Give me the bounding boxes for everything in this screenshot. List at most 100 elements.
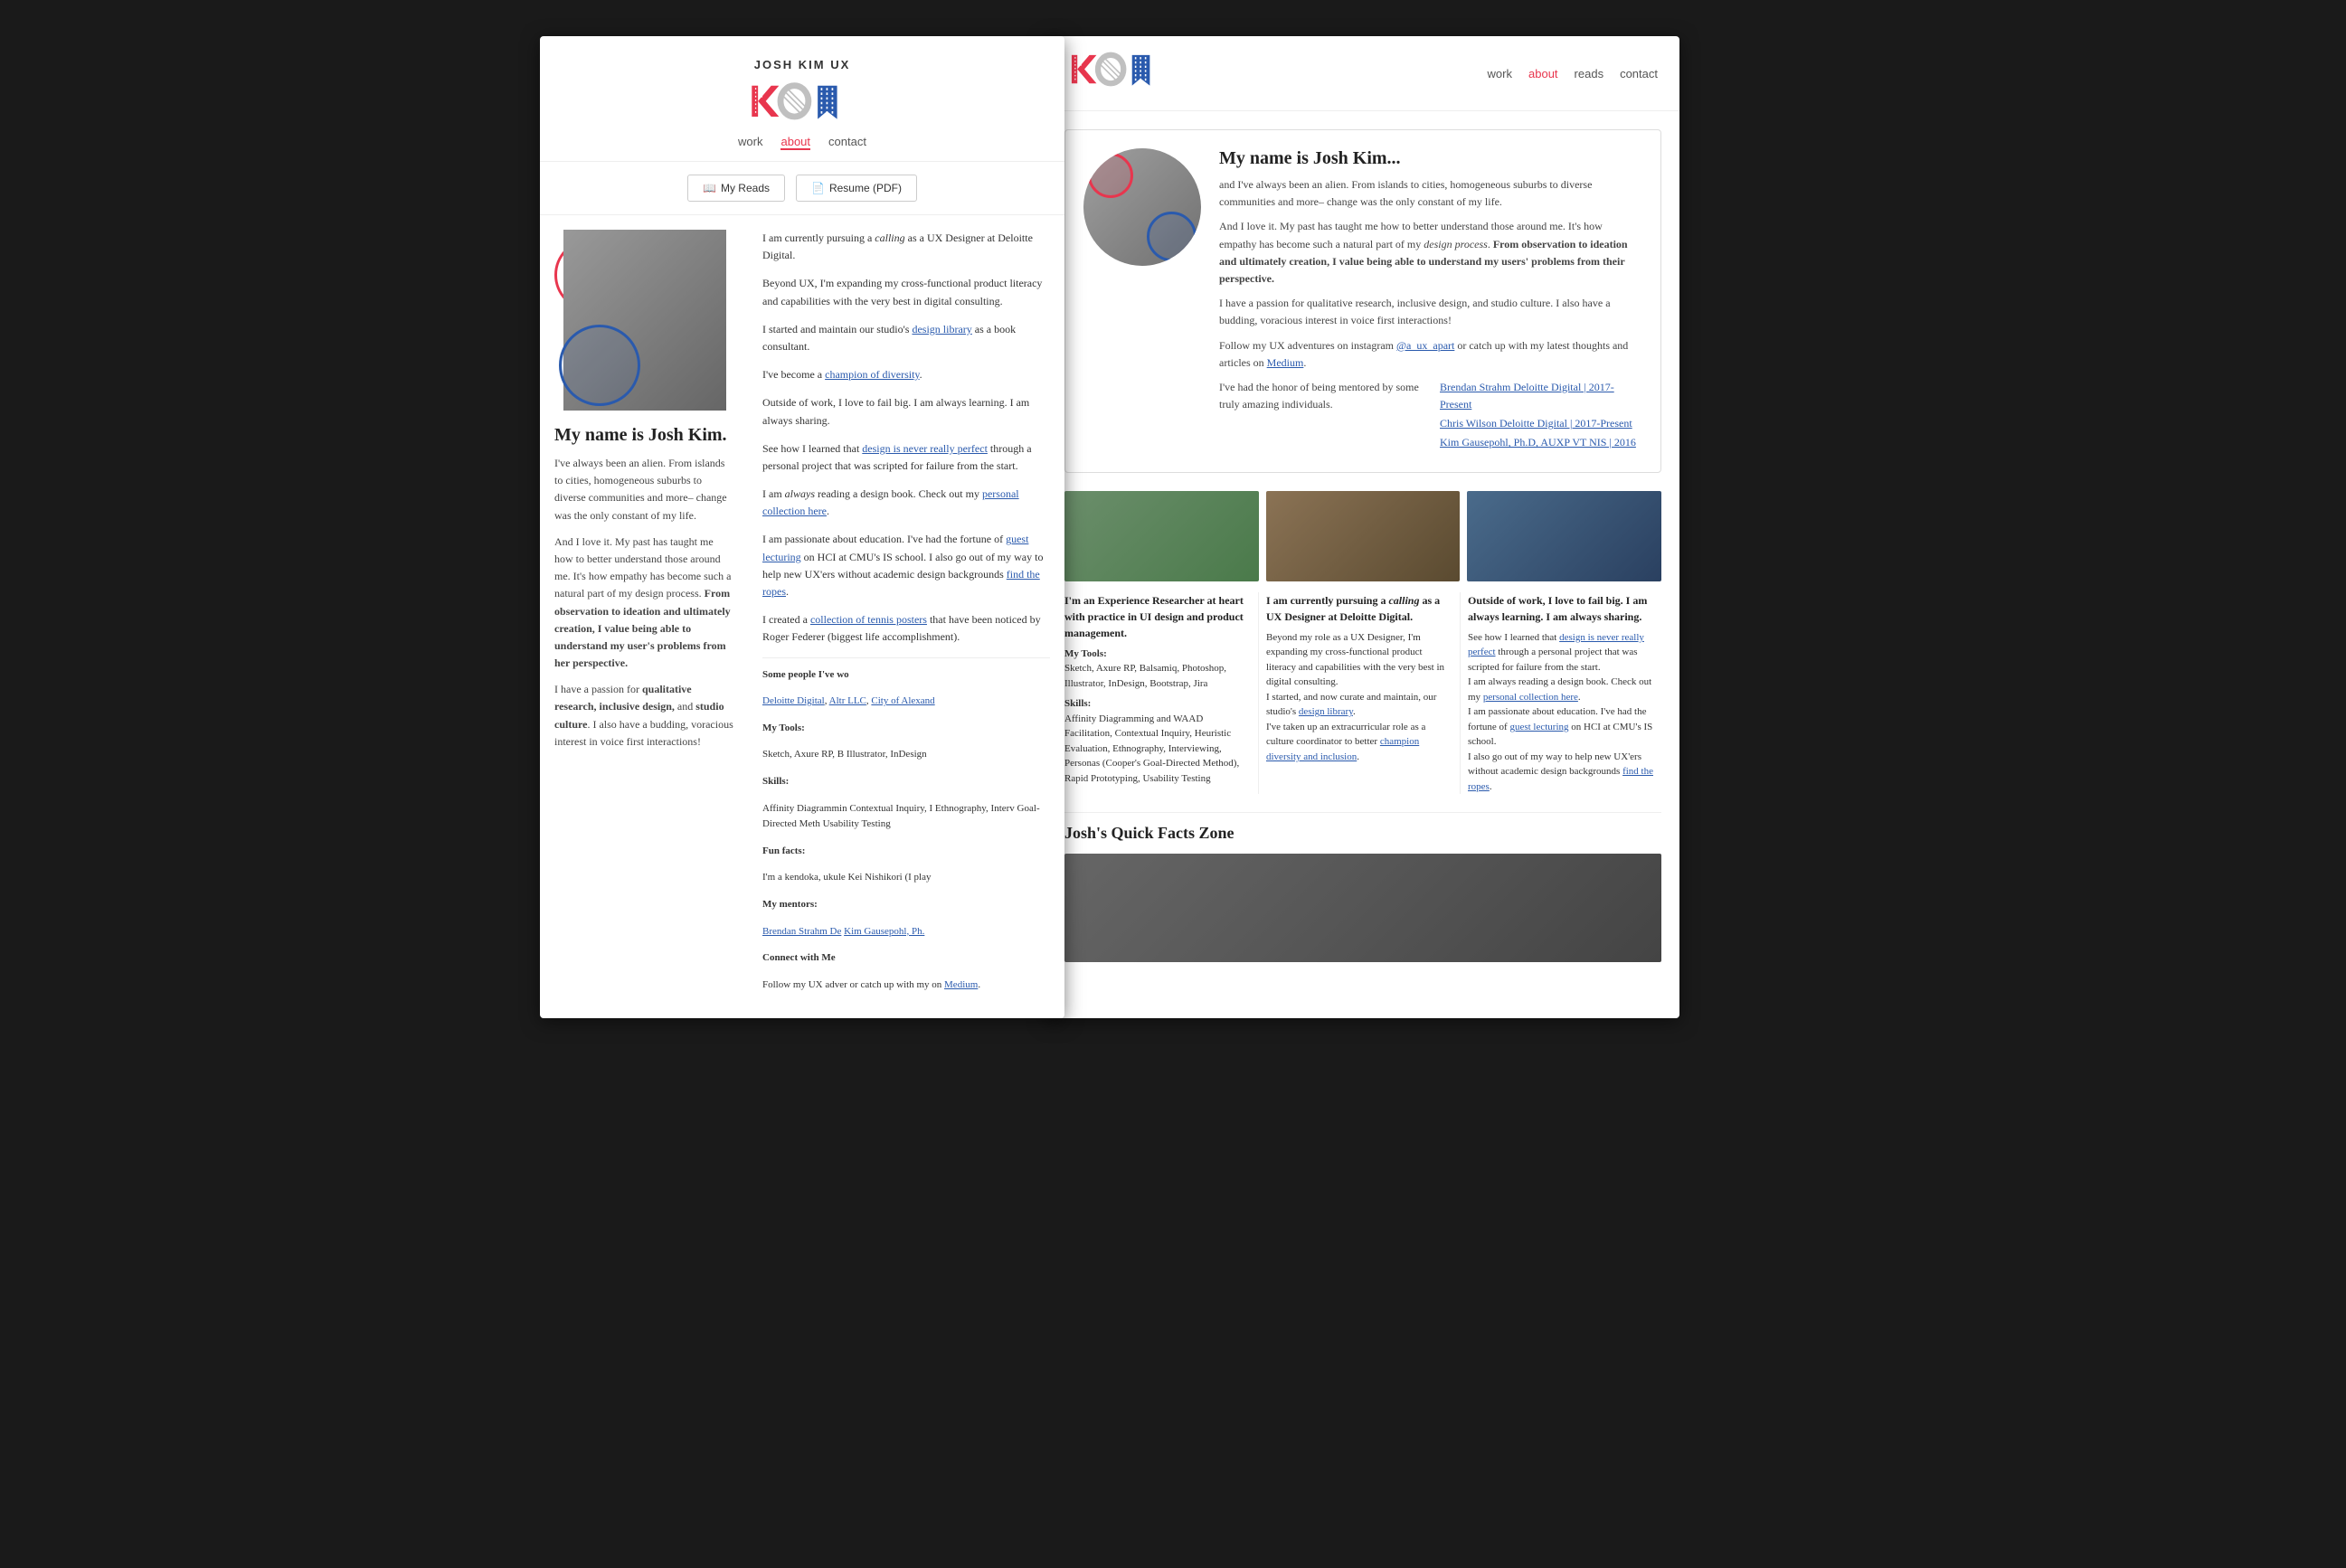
nav-contact-right[interactable]: contact <box>1620 67 1658 80</box>
find-the-ropes-link-left[interactable]: find the ropes <box>762 568 1040 598</box>
right-header: work about reads contact <box>1046 36 1679 111</box>
design-library-link[interactable]: design library <box>912 323 971 335</box>
main-para1: I am currently pursuing a calling as a U… <box>762 230 1050 264</box>
col1-heading: I'm an Experience Researcher at heart wi… <box>1064 592 1251 641</box>
my-reads-button[interactable]: 📖 My Reads <box>687 175 785 202</box>
champion-link[interactable]: champion of diversity <box>825 368 920 381</box>
col2-para1: Beyond my role as a UX Designer, I'm exp… <box>1266 630 1452 690</box>
tennis-posters-link[interactable]: collection of tennis posters <box>810 613 927 626</box>
left-bio-text: My name is Josh Kim. I've always been an… <box>554 425 733 751</box>
instagram-link[interactable]: @a_ux_apart <box>1396 339 1454 352</box>
connect-heading: Connect with Me <box>762 950 1050 967</box>
col2-para3: I've taken up an extracurricular role as… <box>1266 720 1452 765</box>
resume-button[interactable]: 📄 Resume (PDF) <box>796 175 917 202</box>
logo-svg-right <box>1068 51 1168 91</box>
main-para7: I am always reading a design book. Check… <box>762 486 1050 520</box>
right-col-overflow: Some people I've wo Deloitte Digital, Al… <box>762 657 1050 994</box>
about-heading: My name is Josh Kim... <box>1219 148 1642 169</box>
mentors-intro: I've had the honor of being mentored by … <box>1219 379 1422 413</box>
nav-work-left[interactable]: work <box>738 135 762 150</box>
design-never-perfect-right[interactable]: design is never really perfect <box>1468 632 1644 658</box>
quick-facts-heading: Josh's Quick Facts Zone <box>1064 824 1661 843</box>
logo-svg-left <box>748 80 856 126</box>
col3-para2: I am always reading a design book. Check… <box>1468 675 1654 704</box>
main-para9: I created a collection of tennis posters… <box>762 611 1050 646</box>
mentor1: Brendan Strahm Deloitte Digital | 2017-P… <box>1440 379 1642 413</box>
col3-heading: Outside of work, I love to fail big. I a… <box>1468 592 1654 625</box>
col2-para2: I started, and now curate and maintain, … <box>1266 690 1452 720</box>
about-card: My name is Josh Kim... and I've always b… <box>1064 129 1661 473</box>
col3-para1: See how I learned that design is never r… <box>1468 630 1654 675</box>
nav-reads-right[interactable]: reads <box>1575 67 1604 80</box>
guest-lecturing-link[interactable]: guest lecturing <box>762 533 1028 562</box>
mentors-left: I've had the honor of being mentored by … <box>1219 379 1422 454</box>
find-the-ropes-right[interactable]: find the ropes <box>1468 766 1653 792</box>
mentors-text: Brendan Strahm De Kim Gausepohl, Ph. <box>762 924 1050 940</box>
circle-deco-blue <box>559 325 640 406</box>
fun-facts-text: I'm a kendoka, ukule Kei Nishikori (I pl… <box>762 870 1050 886</box>
bio-para1-left: I've always been an alien. From islands … <box>554 455 733 524</box>
main-para4: I've become a champion of diversity. <box>762 366 1050 383</box>
left-content: My name is Josh Kim. I've always been an… <box>540 215 1064 1018</box>
left-header: JOSH KIM UX <box>540 36 1064 162</box>
about-text: My name is Josh Kim... and I've always b… <box>1219 148 1642 454</box>
profile-image-container <box>554 230 735 411</box>
photo-1 <box>1064 491 1259 581</box>
site-title: JOSH KIM UX <box>558 58 1046 71</box>
logo-left <box>558 80 1046 126</box>
bio-para2-left: And I love it. My past has taught me how… <box>554 534 733 673</box>
left-bio-section: My name is Josh Kim. I've always been an… <box>540 215 748 1018</box>
col1-skills-heading: Skills: <box>1064 696 1251 712</box>
col3: Outside of work, I love to fail big. I a… <box>1461 592 1661 795</box>
left-nav: work about contact <box>558 135 1046 150</box>
right-logo <box>1068 51 1168 96</box>
about-para4: Follow my UX adventures on instagram @a_… <box>1219 337 1642 372</box>
pages-container: JOSH KIM UX <box>540 36 1806 1018</box>
quick-facts: Josh's Quick Facts Zone <box>1064 812 1661 962</box>
guest-lecturing-right[interactable]: guest lecturing <box>1509 722 1568 732</box>
fun-facts-heading: Fun facts: <box>762 844 1050 860</box>
col3-para3: I am passionate about education. I've ha… <box>1468 704 1654 750</box>
nav-contact-left[interactable]: contact <box>828 135 866 150</box>
profile-circle-red-right <box>1088 153 1133 198</box>
photo-strip <box>1046 491 1679 581</box>
people-list: Deloitte Digital, Altr LLC, City of Alex… <box>762 694 1050 710</box>
photo-2 <box>1266 491 1461 581</box>
main-para2: Beyond UX, I'm expanding my cross-functi… <box>762 275 1050 309</box>
about-para2: And I love it. My past has taught me how… <box>1219 218 1642 288</box>
mentors-section: I've had the honor of being mentored by … <box>1219 379 1642 454</box>
tools-text: Sketch, Axure RP, B Illustrator, InDesig… <box>762 747 1050 763</box>
col2-heading: I am currently pursuing a calling as a U… <box>1266 592 1452 625</box>
col1-skills: Affinity Diagramming and WAAD Facilitati… <box>1064 712 1251 787</box>
medium-link[interactable]: Medium <box>1267 356 1304 369</box>
about-para1: and I've always been an alien. From isla… <box>1219 176 1642 211</box>
champion-diversity-link[interactable]: champion diversity and inclusion <box>1266 736 1419 762</box>
page-left: JOSH KIM UX <box>540 36 1064 1018</box>
col1-tools-heading: My Tools: <box>1064 647 1251 662</box>
personal-collection-right[interactable]: personal collection here <box>1483 692 1578 703</box>
about-profile-image <box>1083 148 1201 266</box>
main-para6: See how I learned that design is never r… <box>762 440 1050 475</box>
design-never-perfect-link[interactable]: design is never really perfect <box>862 442 988 455</box>
tools-heading: My Tools: <box>762 721 1050 737</box>
nav-work-right[interactable]: work <box>1488 67 1512 80</box>
profile-circle-blue-right <box>1147 212 1197 261</box>
bio-heading-left: My name is Josh Kim. <box>554 425 733 446</box>
main-para3: I started and maintain our studio's desi… <box>762 321 1050 355</box>
main-para5: Outside of work, I love to fail big. I a… <box>762 394 1050 429</box>
photo-3 <box>1467 491 1661 581</box>
nav-about-left[interactable]: about <box>780 135 810 150</box>
main-text-section: I am currently pursuing a calling as a U… <box>748 215 1064 1018</box>
mentors-right: Brendan Strahm Deloitte Digital | 2017-P… <box>1440 379 1642 454</box>
right-nav: work about reads contact <box>1488 67 1658 80</box>
main-para8: I am passionate about education. I've ha… <box>762 531 1050 600</box>
mentor3: Kim Gausepohl, Ph.D, AUXP VT NIS | 2016 <box>1440 434 1642 451</box>
book-icon: 📖 <box>703 182 716 194</box>
action-buttons: 📖 My Reads 📄 Resume (PDF) <box>540 162 1064 215</box>
col1: I'm an Experience Researcher at heart wi… <box>1064 592 1259 795</box>
col3-para4: I also go out of my way to help new UX'e… <box>1468 750 1654 795</box>
quick-facts-image <box>1064 854 1661 962</box>
col1-tools: Sketch, Axure RP, Balsamiq, Photoshop, I… <box>1064 661 1251 691</box>
nav-about-right[interactable]: about <box>1528 67 1558 80</box>
col2: I am currently pursuing a calling as a U… <box>1259 592 1461 795</box>
